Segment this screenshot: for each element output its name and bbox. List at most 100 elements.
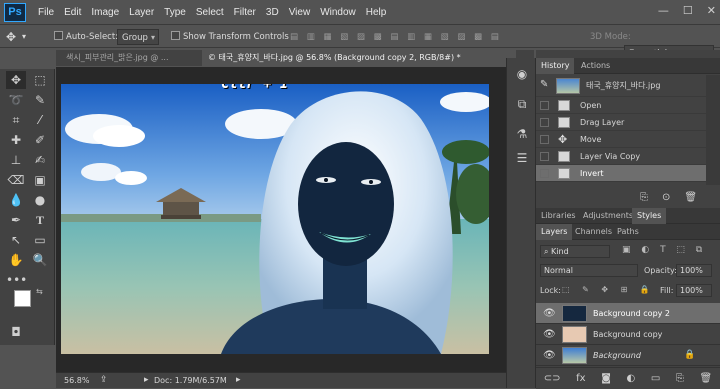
history-brush-tool-icon[interactable]: ✍ [30,151,50,169]
clone-stamp-tool-icon[interactable]: ⊥ [6,151,26,169]
tab-paths[interactable]: Paths [612,224,644,240]
fill-input[interactable]: 100% [676,284,712,297]
maximize-button[interactable]: ☐ [683,4,693,17]
doc-info-menu-icon[interactable]: ▸ [236,373,241,388]
menu-bar: Ps File Edit Image Layer Type Select Fil… [0,0,720,25]
eyedropper-tool-icon[interactable]: ⁄ [30,111,50,129]
more-tools-icon[interactable]: ••• [6,271,27,289]
layer-filter-icons[interactable]: ▣ ◐ T ⬚ ⧉ [622,245,706,255]
history-item[interactable]: Open [536,97,706,114]
quick-mask-icon[interactable]: ◘ [6,323,26,341]
history-item[interactable]: ✥ Move [536,131,706,148]
pen-tool-icon[interactable]: ✒ [6,211,26,229]
tab-history[interactable]: History [536,58,575,74]
layer-filter-kind[interactable]: ⌕ Kind [540,245,610,258]
menu-layer[interactable]: Layer [129,0,160,25]
eye-icon[interactable]: 👁 [543,324,556,345]
eraser-tool-icon[interactable]: ⌫ [6,171,26,189]
tab-document-1[interactable]: 색시_피부관리_밝은.jpg @ ... [60,50,200,66]
tab-layers[interactable]: Layers [536,224,573,240]
move-tool-icon[interactable]: ✥ [6,71,26,89]
link-icon[interactable]: ⊂⊃ [544,373,561,384]
menu-edit[interactable]: Edit [64,0,87,25]
show-transform-checkbox[interactable]: Show Transform Controls [171,29,289,45]
collapsed-panel-strip: ◉ ⧉ ⚗ ☰ [506,58,536,388]
new-layer-icon[interactable]: ⎘ [676,373,684,384]
libraries-tabbar: Libraries Adjustments Styles [536,208,720,224]
auto-select-checkbox[interactable]: Auto-Select: [54,29,118,45]
chevron-down-icon[interactable]: ▾ [22,29,26,45]
adjustment-layer-icon[interactable]: ◐ [627,373,636,384]
document-icon [558,151,570,162]
dodge-tool-icon[interactable]: ● [30,191,50,209]
menu-file[interactable]: File [38,0,60,25]
healing-brush-tool-icon[interactable]: ✚ [6,131,26,149]
foreground-color-swatch[interactable] [14,290,31,307]
snapshot-icon[interactable]: ⊙ [662,192,670,203]
menu-type[interactable]: Type [164,0,192,25]
trash-icon[interactable]: 🗑 [699,373,712,384]
path-select-tool-icon[interactable]: ↖ [6,231,26,249]
lock-icons[interactable]: ⬚ ✎ ✥ ⊞ 🔒 [562,285,655,294]
tab-actions[interactable]: Actions [576,58,615,74]
menu-view[interactable]: View [289,0,317,25]
folder-icon[interactable]: ▭ [651,373,660,384]
zoom-tool-icon[interactable]: 🔍 [30,251,50,269]
mask-icon[interactable]: ◙ [601,373,611,384]
history-scrollbar[interactable] [706,75,720,185]
brush-panel-icon[interactable]: ⚗ [514,126,530,142]
document-canvas[interactable]: Ctlr + I [61,84,489,354]
tab-adjustments[interactable]: Adjustments [578,208,638,224]
type-tool-icon[interactable]: T [30,211,50,229]
menu-help[interactable]: Help [366,0,393,25]
brush-tool-icon[interactable]: ✐ [30,131,50,149]
eye-icon[interactable]: 👁 [543,345,556,366]
quick-select-tool-icon[interactable]: ✎ [30,91,50,109]
blur-tool-icon[interactable]: 💧 [6,191,26,209]
menu-3d[interactable]: 3D [266,0,285,25]
lasso-tool-icon[interactable]: ➰ [6,91,26,109]
share-icon[interactable]: ⇪ [100,373,108,388]
tab-styles[interactable]: Styles [632,208,667,224]
gradient-tool-icon[interactable]: ▣ [30,171,50,189]
auto-select-label: Auto-Select: [66,32,119,42]
blend-mode-dropdown[interactable]: Normal [540,264,638,277]
new-document-from-state-icon[interactable]: ⎘ [640,192,648,203]
menu-select[interactable]: Select [196,0,230,25]
tab-libraries[interactable]: Libraries [536,208,581,224]
history-item[interactable]: Layer Via Copy [536,148,706,165]
tab-document-2[interactable]: © 태국_휴양지_바다.jpg @ 56.8% (Background copy… [202,50,516,66]
crop-tool-icon[interactable]: ⌗ [6,111,26,129]
tab-channels[interactable]: Channels [570,224,617,240]
swap-colors-icon[interactable]: ⇆ [36,287,43,296]
trash-icon[interactable]: 🗑 [684,192,697,203]
history-item[interactable]: Drag Layer [536,114,706,131]
align-icons[interactable]: ▤ ▥ ▦ ▧ ▨ ▩ ▤ ▥ ▦ ▧ ▨ ▩ ▤ [290,29,502,45]
fx-icon[interactable]: fx [576,373,585,384]
adjustments-panel-icon[interactable]: ☰ [514,150,530,166]
layer-thumbnail [562,305,587,322]
layer-row[interactable]: 👁 Background 🔒 [536,345,720,366]
doc-info-toggle-icon[interactable]: ▸ [144,373,149,388]
close-button[interactable]: ✕ [707,4,716,17]
minimize-button[interactable]: — [658,4,669,17]
hand-tool-icon[interactable]: ✋ [6,251,26,269]
menu-window[interactable]: Window [320,0,362,25]
zoom-readout[interactable]: 56.8% [64,373,89,388]
marquee-tool-icon[interactable]: ⬚ [30,71,50,89]
search-icon: ⌕ [544,247,552,256]
properties-panel-icon[interactable]: ⧉ [514,96,530,112]
history-item-current[interactable]: Invert [536,165,706,182]
menu-image[interactable]: Image [91,0,125,25]
auto-select-dropdown[interactable]: Group [117,29,159,46]
layer-row[interactable]: 👁 Background copy [536,324,720,345]
move-tool-icon[interactable]: ✥ [6,29,16,45]
opacity-input[interactable]: 100% [676,264,712,277]
menu-filter[interactable]: Filter [234,0,262,25]
layer-row-selected[interactable]: 👁 Background copy 2 [536,303,720,324]
color-panel-icon[interactable]: ◉ [514,66,530,82]
eye-icon[interactable]: 👁 [543,303,556,324]
history-snapshot[interactable]: ✎ 태국_휴양지_바다.jpg [536,75,706,97]
rectangle-tool-icon[interactable]: ▭ [30,231,50,249]
opacity-label: Opacity: [644,266,677,275]
